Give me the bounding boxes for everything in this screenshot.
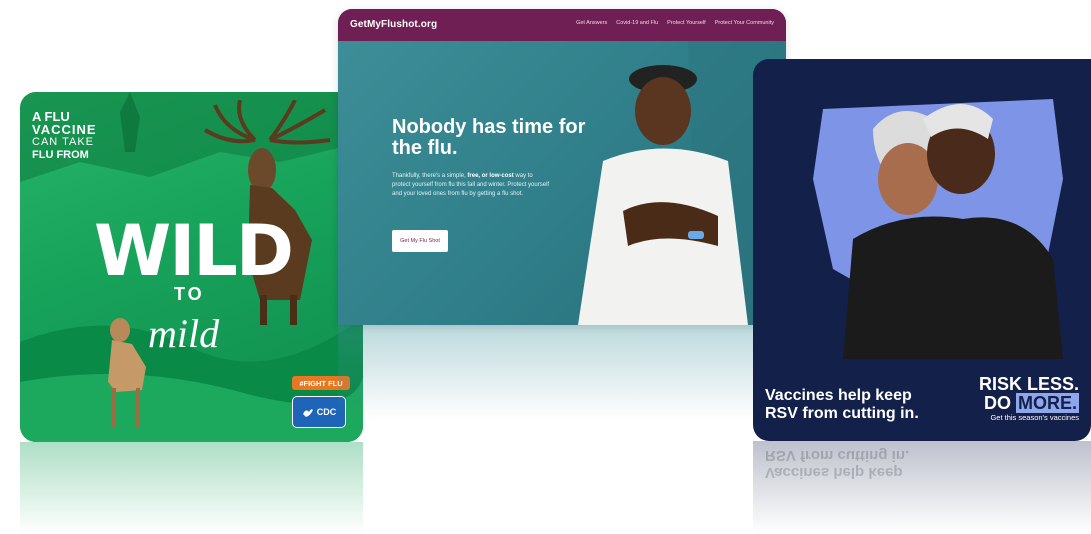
flu-headline-wild: WILD bbox=[94, 210, 294, 292]
flu-line-3: CAN TAKE bbox=[32, 136, 94, 148]
flu-line-2: VACCINE bbox=[32, 122, 97, 137]
chef-photo bbox=[578, 41, 786, 325]
flu-card-reflection bbox=[20, 442, 363, 534]
site-hero-body: Thankfully, there's a simple, free, or l… bbox=[392, 172, 552, 199]
slogan-do: DO bbox=[983, 393, 1011, 413]
nav-protect-yourself[interactable]: Protect Yourself bbox=[667, 20, 706, 26]
website-card-reflection bbox=[338, 325, 786, 420]
flu-headline-to: TO bbox=[174, 284, 205, 304]
flu-headline-mild: mild bbox=[148, 311, 220, 356]
rsv-reflection-line-1: Vaccines help keep bbox=[765, 464, 903, 481]
nav-covid-and-flu[interactable]: Covid-19 and Flu bbox=[616, 20, 658, 26]
rsv-message: Vaccines help keep RSV from cutting in. bbox=[765, 387, 919, 423]
site-navbar: GetMyFlushot.org Get Answers Covid-19 an… bbox=[338, 9, 786, 41]
rsv-card-reflection: Vaccines help keep RSV from cutting in. bbox=[753, 441, 1091, 534]
cdc-label: CDC bbox=[316, 407, 337, 417]
get-flu-shot-button[interactable]: Get My Flu Shot bbox=[392, 230, 448, 252]
slogan-subtext: Get this season's vaccines bbox=[990, 413, 1079, 422]
couple-photo bbox=[813, 99, 1063, 359]
slogan-do-more: DO MORE. bbox=[979, 393, 1079, 413]
nav-protect-community[interactable]: Protect Your Community bbox=[715, 20, 774, 26]
flu-intro-text: A FLU VACCINE CAN TAKE FLU FROM bbox=[32, 110, 97, 162]
rsv-slogan: RISK LESS. DO MORE. Get this season's va… bbox=[979, 375, 1079, 423]
site-nav-links: Get Answers Covid-19 and Flu Protect You… bbox=[576, 20, 774, 26]
flu-line-4: FLU FROM bbox=[32, 149, 89, 161]
nav-get-answers[interactable]: Get Answers bbox=[576, 20, 607, 26]
cdc-logo-icon bbox=[302, 409, 313, 417]
rsv-message-line-1: Vaccines help keep bbox=[765, 387, 912, 404]
site-logo[interactable]: GetMyFlushot.org bbox=[350, 19, 437, 30]
rsv-reflection-text: Vaccines help keep RSV from cutting in. bbox=[765, 447, 909, 481]
site-hero-title: Nobody has time for the flu. bbox=[392, 116, 586, 159]
flu-vaccine-card: A FLU VACCINE CAN TAKE FLU FROM WILD TO … bbox=[20, 92, 363, 442]
bandage-icon bbox=[688, 231, 704, 239]
rsv-message-line-2: RSV from cutting in. bbox=[765, 405, 919, 422]
slogan-more: MORE. bbox=[1015, 393, 1079, 413]
flushot-website-card: GetMyFlushot.org Get Answers Covid-19 an… bbox=[338, 9, 786, 325]
rsv-vaccine-card: Vaccines help keep RSV from cutting in. … bbox=[753, 59, 1091, 441]
slogan-risk-less: RISK LESS. bbox=[978, 374, 1079, 394]
rsv-reflection-line-2: RSV from cutting in. bbox=[765, 447, 910, 464]
site-body-prefix: Thankfully, there's a simple, bbox=[392, 173, 468, 179]
site-body-bold: free, or low-cost bbox=[467, 173, 514, 179]
